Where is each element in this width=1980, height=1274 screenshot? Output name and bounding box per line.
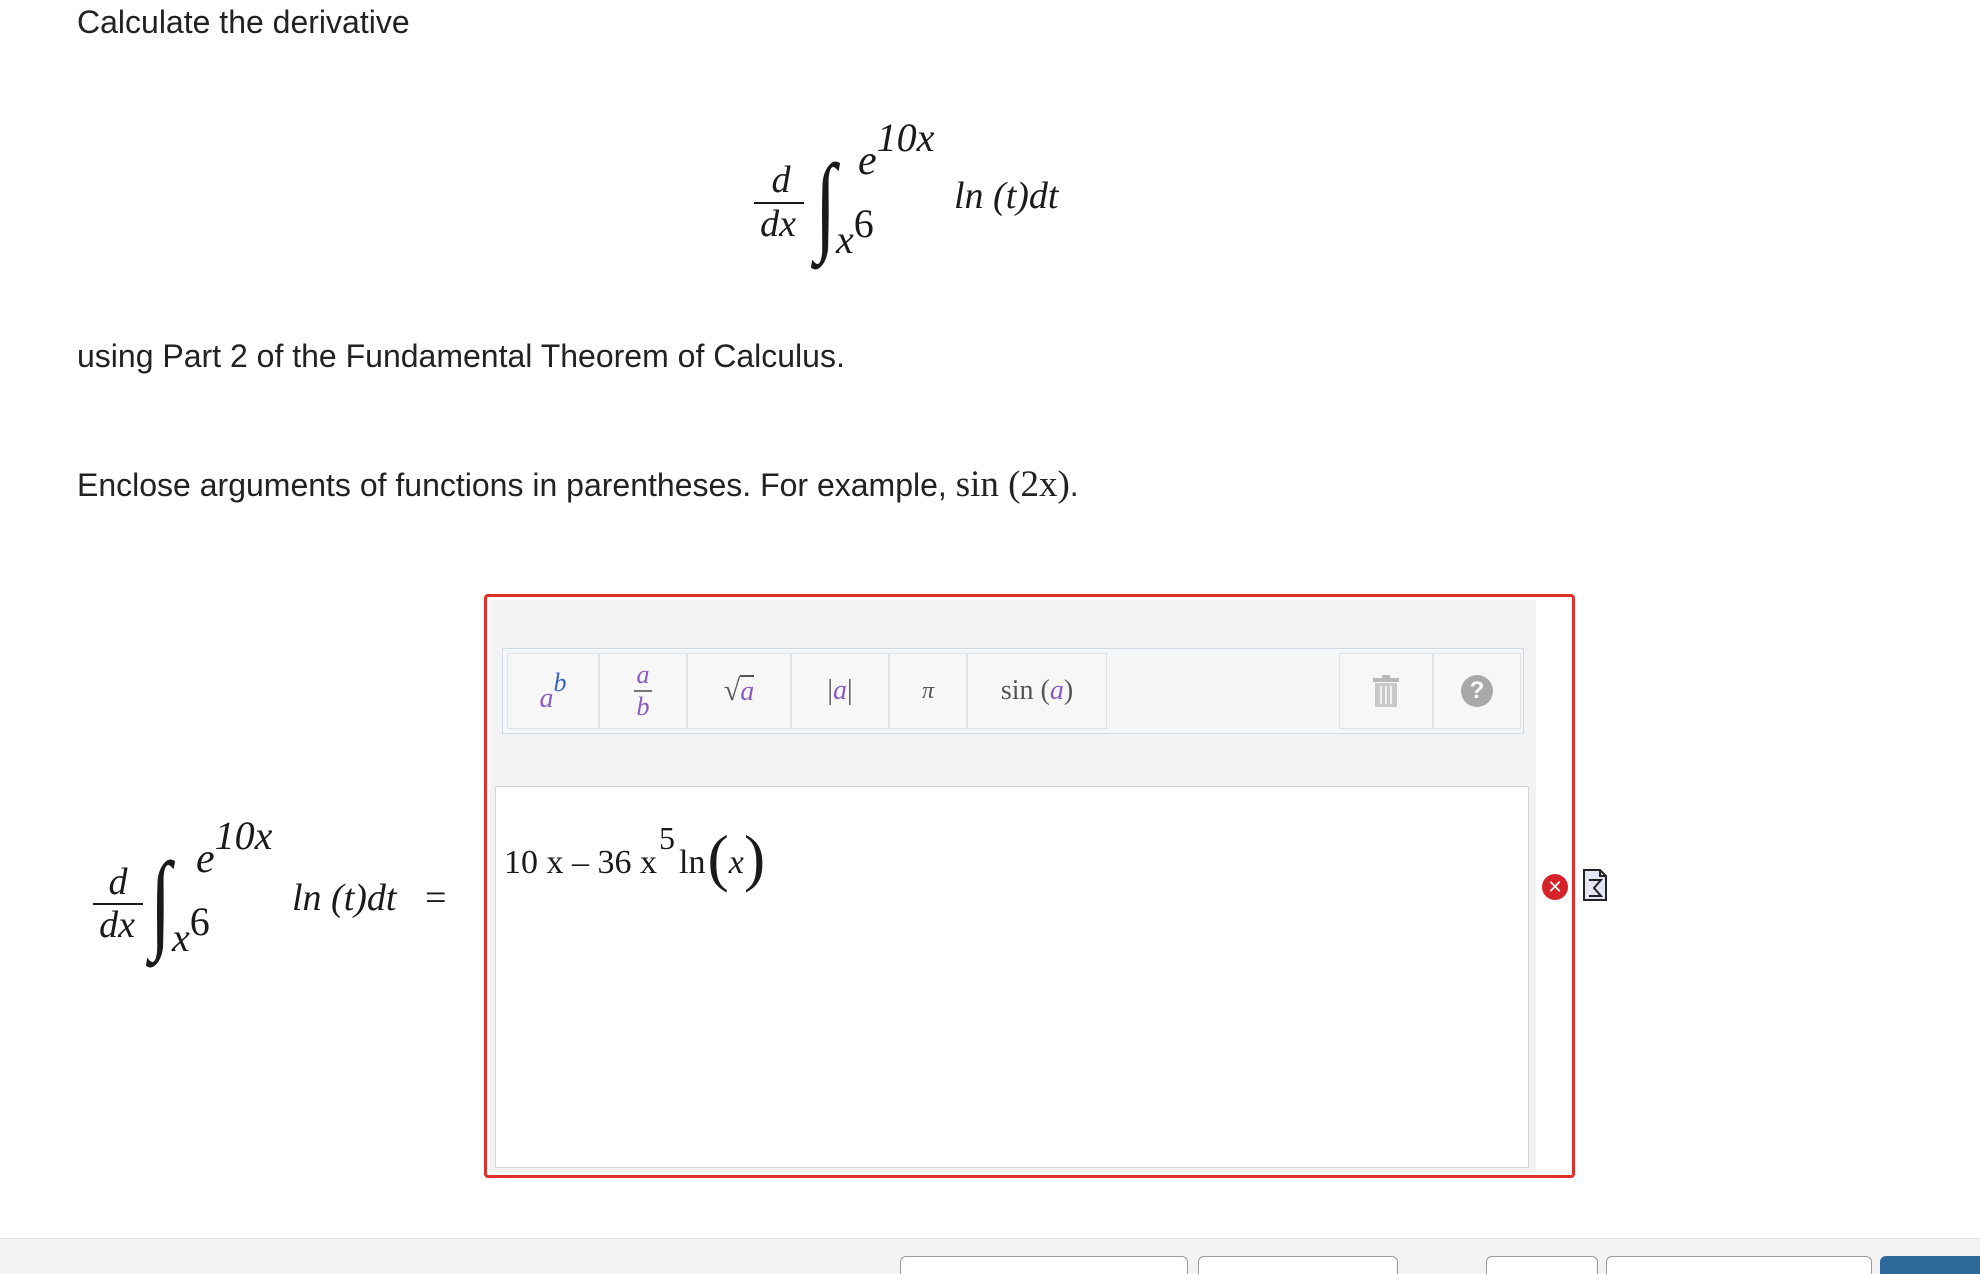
lower-limit-exponent: 6 [853, 201, 874, 246]
pi-button[interactable]: π [889, 653, 967, 729]
format-instruction-suffix: . [1069, 467, 1079, 503]
trash-button[interactable] [1339, 653, 1433, 729]
lower-limit-base-lower: x [172, 915, 190, 960]
bottom-button-2[interactable] [1198, 1256, 1398, 1274]
upper-limit-exponent: 10x [876, 115, 935, 160]
power-button[interactable]: ab [507, 653, 599, 729]
sqrt-symbol: √ [723, 674, 741, 707]
abs-bar-right: | [847, 675, 853, 706]
upper-limit: e10x [858, 115, 934, 185]
lower-limit: x6 [836, 201, 874, 262]
integral-sign-lower: ∫ [150, 840, 172, 962]
format-instruction-text: Enclose arguments of functions in parent… [77, 467, 956, 503]
format-example: sin (2x) [955, 464, 1070, 505]
integral-sign: ∫ [815, 142, 837, 264]
integrand: ln (t)dt [954, 175, 1059, 217]
d-denominator-lower: dx [99, 904, 135, 946]
answer-box: ab a b √ a | a | π sin (a) ? 10 x – 36 x… [484, 594, 1575, 1178]
bottom-button-3[interactable] [1486, 1256, 1598, 1274]
trash-icon [1373, 675, 1399, 707]
answer-input[interactable]: 10 x – 36 x5ln(x) [495, 786, 1529, 1168]
d-denominator: dx [760, 203, 796, 245]
lower-limit-base: x [836, 217, 854, 262]
fraction-button[interactable]: a b [599, 653, 687, 729]
help-button[interactable]: ? [1433, 653, 1521, 729]
answer-exponent: 5 [659, 819, 675, 856]
x-circle-icon: ✕ [1542, 874, 1568, 900]
bottom-button-4[interactable] [1606, 1256, 1872, 1274]
answer-arg: x [728, 844, 744, 881]
sin-button[interactable]: sin (a) [967, 653, 1107, 729]
upper-limit-base: e [858, 138, 877, 184]
sin-label: sin (a) [1000, 675, 1074, 706]
answer-part1: 10 x – 36 x [504, 844, 657, 881]
equals-sign: = [425, 877, 447, 919]
abs-button[interactable]: | a | [791, 653, 889, 729]
upper-limit-lower: e10x [196, 813, 272, 883]
math-toolbar: ab a b √ a | a | π sin (a) ? [502, 648, 1524, 734]
pi-symbol: π [921, 677, 935, 704]
sqrt-arg: a [740, 675, 755, 707]
abs-arg: a [833, 675, 847, 706]
bottom-primary-button[interactable] [1880, 1256, 1980, 1274]
power-exp: b [553, 668, 567, 697]
format-instruction: Enclose arguments of functions in parent… [77, 465, 1079, 505]
lower-limit-exponent-lower: 6 [189, 899, 210, 944]
answer-paren-left: ( [707, 822, 729, 893]
answer-paren-right: ) [743, 822, 766, 893]
lower-limit-lower: x6 [172, 899, 210, 960]
answer-value: 10 x – 36 x5ln(x) [504, 815, 765, 893]
upper-limit-base-lower: e [196, 836, 215, 882]
d-numerator: d [771, 159, 791, 201]
sin-arg: a [1049, 675, 1064, 706]
d-numerator-lower: d [108, 861, 128, 903]
theorem-instruction: using Part 2 of the Fundamental Theorem … [77, 338, 845, 374]
power-base: a [539, 683, 554, 714]
question-title: Calculate the derivative [77, 4, 410, 40]
integrand-lower: ln (t)dt [292, 877, 397, 919]
upper-limit-exponent-lower: 10x [214, 813, 273, 858]
sigma-document-icon[interactable] [1582, 868, 1608, 902]
fraction-denominator: b [636, 692, 650, 721]
help-icon: ? [1461, 675, 1493, 707]
answer-ln: ln [679, 844, 706, 881]
fraction-numerator: a [636, 660, 650, 689]
sqrt-button[interactable]: √ a [687, 653, 791, 729]
bottom-button-1[interactable] [900, 1256, 1188, 1274]
